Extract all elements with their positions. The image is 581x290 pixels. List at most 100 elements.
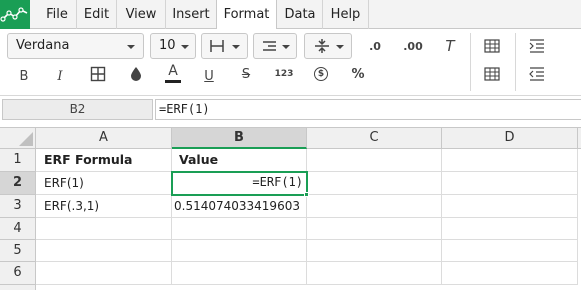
cell-a5[interactable] [36,240,172,262]
row-header-4[interactable]: 4 [0,218,36,240]
currency-icon: $ [314,67,328,81]
cell-b6[interactable] [172,262,307,285]
menu-help[interactable]: Help [323,0,368,29]
menu-divider [368,0,369,29]
valign-select[interactable] [304,33,352,59]
decrease-decimal-icon: .0 [369,39,381,53]
strikethrough-icon: S [241,66,251,82]
cell-c5[interactable] [307,240,442,262]
row-header-2[interactable]: 2 [0,172,36,195]
row-header-1[interactable]: 1 [0,149,36,172]
cell-a1[interactable]: ERF Formula [36,149,172,172]
cell-b2[interactable]: =ERF(1) [172,172,307,195]
cell-c3[interactable] [307,195,442,218]
row-header-6[interactable]: 6 [0,262,36,285]
align-right-icon [263,41,276,51]
text-color-button[interactable]: A [161,61,185,85]
column-header-a[interactable]: A [36,128,172,149]
vertical-align-icon [315,39,329,53]
underline-icon: U [204,68,214,84]
font-size-select[interactable]: 10 [150,33,196,59]
chevron-down-icon [232,45,240,49]
spreadsheet-grid: A B C D 1 2 3 4 5 6 ERF Formula Value ER… [0,127,581,290]
font-family-select[interactable]: Verdana [7,33,144,59]
border-style-icon [210,40,224,52]
select-all-corner[interactable] [0,128,36,149]
column-header-d[interactable]: D [442,128,578,149]
chevron-down-icon [181,45,189,49]
cell-a4[interactable] [36,218,172,240]
menu-data[interactable]: Data [278,0,322,29]
cell-c4[interactable] [307,218,442,240]
italic-button[interactable]: I [48,64,72,88]
fill-handle[interactable] [304,192,309,197]
outdent-button[interactable] [525,62,549,86]
cell-d4[interactable] [442,218,578,240]
percent-button[interactable]: % [346,62,370,86]
increase-decimal-button[interactable]: .00 [399,34,427,58]
cell-b3[interactable]: 0.514074033419603 [172,195,307,218]
cell-c2[interactable] [307,172,442,195]
cell-d3[interactable] [442,195,578,218]
number-format-icon: 123 [274,69,294,79]
column-header-c[interactable]: C [307,128,442,149]
font-size-value: 10 [159,38,176,53]
cell-d1[interactable] [442,149,578,172]
row-header-5[interactable]: 5 [0,240,36,262]
row-header-7[interactable] [0,285,36,290]
toolbar-divider [515,33,516,91]
cell-c1[interactable] [307,149,442,172]
chevron-down-icon [336,45,344,49]
text-color-swatch [165,79,181,83]
italic-icon: I [57,68,63,84]
bold-icon: B [19,68,29,84]
align-select[interactable] [253,33,297,59]
underline-button[interactable]: U [197,64,221,88]
table-icon [484,39,500,53]
strikethrough-button[interactable]: S [234,62,258,86]
cell-a2[interactable]: ERF(1) [36,172,172,195]
borders-select[interactable] [201,33,248,59]
table-grid-button[interactable] [480,62,504,86]
grid-icon [484,67,500,81]
chevron-down-icon [282,45,290,49]
cell-reference-box[interactable]: B2 [2,99,153,120]
logo-icon [0,7,28,22]
cell-a3[interactable]: ERF(.3,1) [36,195,172,218]
currency-symbol: $ [317,69,325,79]
menu-edit[interactable]: Edit [77,0,116,29]
spreadsheet-app: File Edit View Insert Format Data Help V… [0,0,581,290]
menu-format[interactable]: Format [216,0,277,30]
indent-button[interactable] [525,34,549,58]
font-family-value: Verdana [16,38,70,53]
menu-bar: File Edit View Insert Format Data Help [0,0,581,30]
formula-input[interactable]: =ERF(1) [155,99,581,120]
number-format-button[interactable]: 123 [271,62,297,86]
cell-b1[interactable]: Value [172,149,307,172]
cell-b5[interactable] [172,240,307,262]
format-toolbar: Verdana 10 .0 .00 T B I A U S 123 $ % [0,29,581,96]
app-logo[interactable] [0,0,30,29]
clear-format-icon: T [445,37,455,55]
clear-format-button[interactable]: T [438,34,462,58]
fill-color-button[interactable] [124,62,148,86]
menu-insert[interactable]: Insert [166,0,216,29]
cell-d5[interactable] [442,240,578,262]
bold-button[interactable]: B [12,64,36,88]
chevron-down-icon [127,45,135,49]
menu-file[interactable]: File [38,0,76,29]
row-header-3[interactable]: 3 [0,195,36,218]
decrease-decimal-button[interactable]: .0 [362,34,388,58]
cell-c6[interactable] [307,262,442,285]
borders-button[interactable] [86,62,110,86]
cell-a6[interactable] [36,262,172,285]
currency-button[interactable]: $ [309,62,333,86]
column-header-b[interactable]: B [172,128,307,149]
cell-d6[interactable] [442,262,578,285]
cell-d2[interactable] [442,172,578,195]
cell-b4[interactable] [172,218,307,240]
insert-table-button[interactable] [480,34,504,58]
borders-icon [90,66,106,82]
outdent-icon [529,67,544,81]
menu-view[interactable]: View [117,0,165,29]
